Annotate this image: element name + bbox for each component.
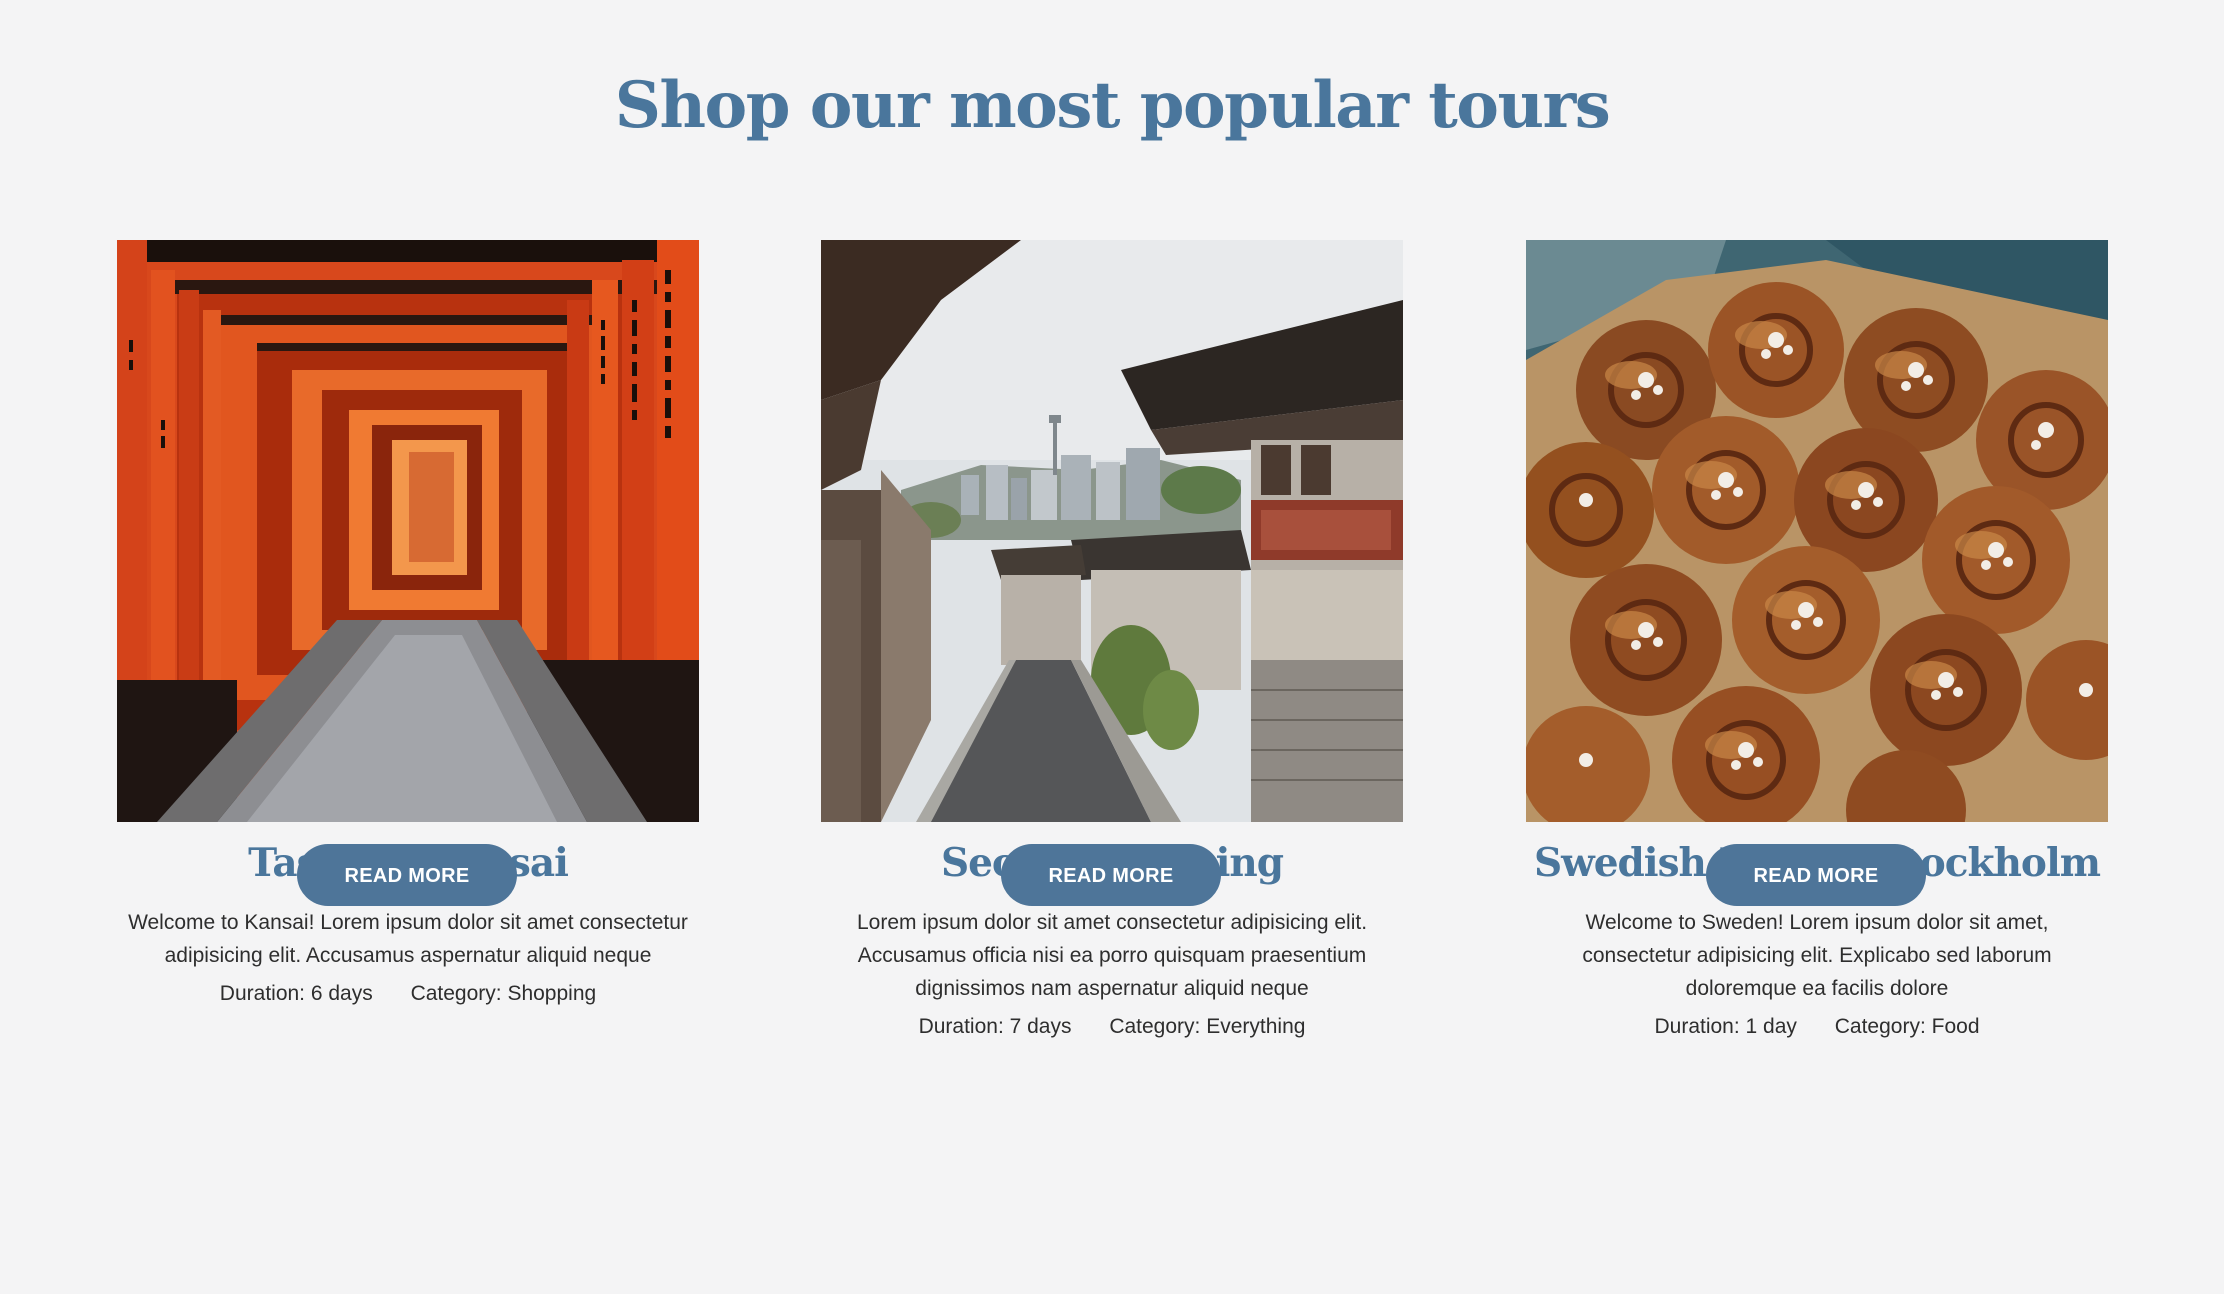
tour-duration: Duration: 6 days — [219, 982, 373, 1005]
tour-image-torii-gates[interactable] — [117, 240, 699, 822]
tour-duration: Duration: 7 days — [918, 1015, 1072, 1038]
read-more-button-kansai[interactable]: READ MORE — [297, 844, 517, 906]
tour-duration: Duration: 1 day — [1654, 1015, 1797, 1038]
popular-tours-section: Shop our most popular tours Welcome to K… — [0, 0, 2224, 1294]
section-title: Shop our most popular tours — [614, 68, 1611, 143]
tour-category: Category: Shopping — [410, 982, 597, 1005]
tour-description: Welcome to Sweden! Lorem ipsum dolor sit… — [1582, 911, 2052, 1000]
tour-description: Welcome to Kansai! Lorem ipsum dolor sit… — [128, 911, 688, 967]
tour-card-stockholm: Swedish Fika in Stockholm Welcome to Swe… — [1526, 240, 2108, 1039]
tour-card-seoul: Seoul Searching Lorem ipsum dolor sit am… — [821, 240, 1403, 1039]
read-more-button-seoul[interactable]: READ MORE — [1001, 844, 1221, 906]
tour-image-cinnamon-buns[interactable] — [1526, 240, 2108, 822]
tour-image-hanok-street[interactable] — [821, 240, 1403, 822]
tour-meta: Duration: 7 days Category: Everything — [821, 1015, 1403, 1039]
tour-category: Category: Food — [1834, 1015, 1980, 1038]
tour-description: Lorem ipsum dolor sit amet consectetur a… — [856, 911, 1368, 1000]
tour-meta: Duration: 1 day Category: Food — [1526, 1015, 2108, 1039]
tour-meta: Duration: 6 days Category: Shopping — [117, 982, 699, 1006]
read-more-button-stockholm[interactable]: READ MORE — [1706, 844, 1926, 906]
tour-category: Category: Everything — [1109, 1015, 1306, 1038]
